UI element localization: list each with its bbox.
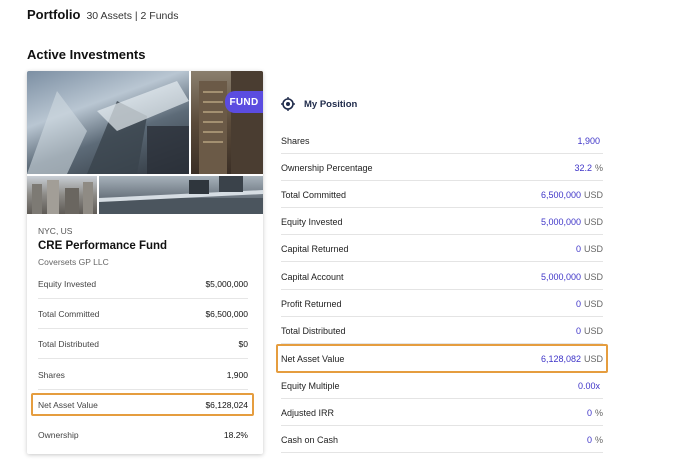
target-icon <box>281 97 295 111</box>
page-subtitle: 30 Assets | 2 Funds <box>86 10 179 22</box>
investment-card[interactable]: FUND NYC, US CRE Performance Fund Covers… <box>27 71 263 454</box>
card-row-value: $6,500,000 <box>205 309 248 319</box>
position-row-label: Equity Invested <box>281 216 343 227</box>
position-row-capital-returned: Capital Returned 0 USD <box>281 235 603 262</box>
card-fund-name[interactable]: CRE Performance Fund <box>38 240 167 252</box>
card-row-value: $0 <box>238 339 248 349</box>
position-row-equity-invested: Equity Invested 5,000,000 USD <box>281 208 603 235</box>
position-row-unit: USD <box>583 325 603 336</box>
card-row-label: Ownership <box>38 430 79 440</box>
position-row-shares: Shares 1,900 <box>281 127 603 154</box>
position-row-label: Profit Returned <box>281 298 342 309</box>
position-row-label: Total Committed <box>281 189 347 200</box>
position-row-unit: % <box>594 434 603 445</box>
card-row-label: Shares <box>38 370 65 380</box>
position-row-value: 0 <box>575 325 581 336</box>
position-row-value: 0 <box>575 298 581 309</box>
position-row-value: 0 <box>586 434 592 445</box>
card-row-equity-invested: Equity Invested $5,000,000 <box>38 269 248 299</box>
position-row-unit: USD <box>583 298 603 309</box>
position-row-value: 0.00x <box>577 380 600 391</box>
fund-badge: FUND <box>225 91 263 113</box>
position-row-capital-account: Capital Account 5,000,000 USD <box>281 263 603 290</box>
card-row-label: Total Distributed <box>38 339 99 349</box>
card-row-label: Equity Invested <box>38 279 97 289</box>
position-row-value: 32.2 <box>574 162 592 173</box>
position-row-unit: % <box>594 407 603 418</box>
position-row-unit: USD <box>583 271 603 282</box>
card-location: NYC, US <box>38 226 73 236</box>
position-row-unit: % <box>594 162 603 173</box>
position-row-adjusted-irr: Adjusted IRR 0% <box>281 399 603 426</box>
card-row-shares: Shares 1,900 <box>38 360 248 390</box>
position-row-unit: USD <box>583 216 603 227</box>
position-row-value: 0 <box>586 407 592 418</box>
position-row-ownership-percentage: Ownership Percentage 32.2% <box>281 154 603 181</box>
my-position-title: My Position <box>304 98 358 110</box>
position-row-label: Equity Multiple <box>281 380 340 391</box>
card-row-value: 18.2% <box>223 430 248 440</box>
card-row-value: 1,900 <box>226 370 248 380</box>
card-row-total-distributed: Total Distributed $0 <box>38 329 248 359</box>
position-row-value: 5,000,000 <box>540 216 581 227</box>
position-row-unit: USD <box>583 189 603 200</box>
position-row-value: 1,900 <box>577 135 600 146</box>
position-row-label: Ownership Percentage <box>281 162 373 173</box>
position-row-label: Total Distributed <box>281 325 346 336</box>
page-header: Portfolio 30 Assets | 2 Funds <box>27 7 178 22</box>
fund-photo-collage: FUND <box>27 71 263 214</box>
position-row-equity-multiple: Equity Multiple 0.00x <box>281 372 603 399</box>
position-row-cash-on-cash: Cash on Cash 0% <box>281 426 603 453</box>
card-row-ownership: Ownership 18.2% <box>38 420 248 450</box>
card-row-value: $5,000,000 <box>205 279 248 289</box>
position-row-profit-returned: Profit Returned 0 USD <box>281 290 603 317</box>
page-title: Portfolio <box>27 7 81 22</box>
card-row-label: Total Committed <box>38 309 100 319</box>
position-row-label: Adjusted IRR <box>281 407 335 418</box>
position-row-total-committed: Total Committed 6,500,000 USD <box>281 181 603 208</box>
position-row-value: 0 <box>575 243 581 254</box>
fund-photo-tower <box>191 71 263 174</box>
nav-highlight-box <box>31 393 254 416</box>
position-row-total-distributed: Total Distributed 0 USD <box>281 317 603 344</box>
card-row-total-committed: Total Committed $6,500,000 <box>38 299 248 329</box>
position-row-value: 6,500,000 <box>540 189 581 200</box>
position-row-label: Capital Returned <box>281 243 349 254</box>
position-row-unit: USD <box>583 243 603 254</box>
nav-highlight-box <box>276 344 608 373</box>
position-row-value: 5,000,000 <box>540 271 581 282</box>
fund-photo-street <box>27 176 97 214</box>
card-gp-name: Coversets GP LLC <box>38 257 109 267</box>
position-row-label: Cash on Cash <box>281 434 339 445</box>
my-position-header: My Position <box>281 97 357 111</box>
position-row-label: Shares <box>281 135 310 146</box>
fund-photo-waterfront <box>99 176 263 214</box>
section-title: Active Investments <box>27 47 146 62</box>
fund-photo-main <box>27 71 189 174</box>
position-row-label: Capital Account <box>281 271 344 282</box>
